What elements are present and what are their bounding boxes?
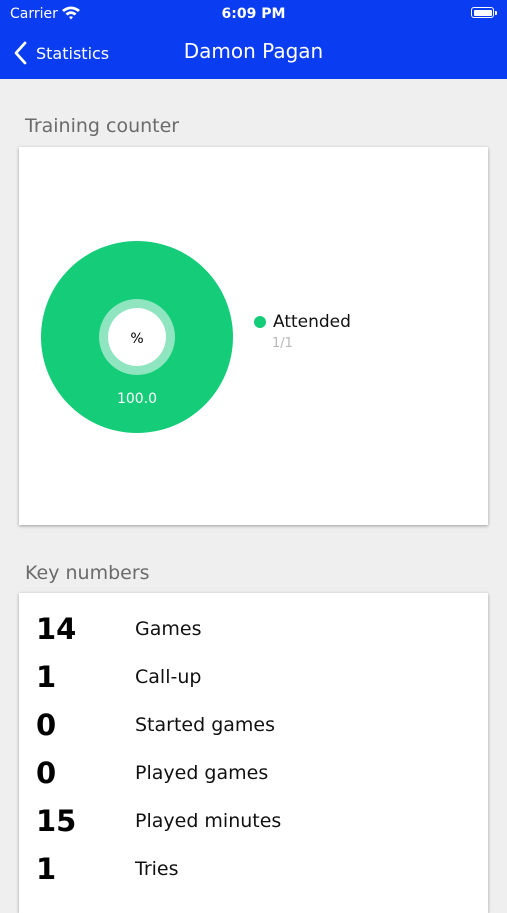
key-number-label: Call-up [135,666,202,688]
training-counter-heading: Training counter [25,115,180,137]
clock: 6:09 PM [221,6,286,22]
key-number-value: 0 [36,756,57,790]
battery-icon [471,7,497,18]
key-number-value: 15 [36,804,77,838]
key-number-value: 1 [36,660,57,694]
attendance-donut-chart: % 100.0 [41,241,233,433]
key-number-row-played-minutes: 15 Played minutes [19,801,488,841]
legend-item-attended[interactable]: Attended [254,312,351,332]
key-number-label: Games [135,618,202,640]
status-bar: Carrier 6:09 PM [0,0,507,28]
key-number-row-tries: 1 Tries [19,849,488,889]
attended-color-dot [254,316,266,328]
key-numbers-heading: Key numbers [25,562,150,584]
key-number-row-played-games: 0 Played games [19,753,488,793]
key-number-value: 0 [36,708,57,742]
key-number-row-games: 14 Games [19,609,488,649]
key-number-value: 1 [36,852,57,886]
key-number-label: Played games [135,762,269,784]
key-number-row-started-games: 0 Started games [19,705,488,745]
key-number-row-call-up: 1 Call-up [19,657,488,697]
key-number-label: Tries [135,858,179,880]
donut-center-label: % [130,331,143,347]
navigation-bar: Carrier 6:09 PM Statistics Damon Pagan [0,0,507,79]
training-counter-card: % 100.0 Attended 1/1 [19,147,488,525]
chart-legend: Attended 1/1 [254,312,351,351]
legend-label: Attended [273,312,351,332]
legend-count: 1/1 [272,336,293,351]
key-number-label: Started games [135,714,276,736]
slice-value-label: 100.0 [117,391,157,407]
key-number-label: Played minutes [135,810,282,832]
page-title: Damon Pagan [183,39,324,63]
key-numbers-card: 14 Games 1 Call-up 0 Started games 0 Pla… [19,593,488,913]
key-number-value: 14 [36,612,77,646]
